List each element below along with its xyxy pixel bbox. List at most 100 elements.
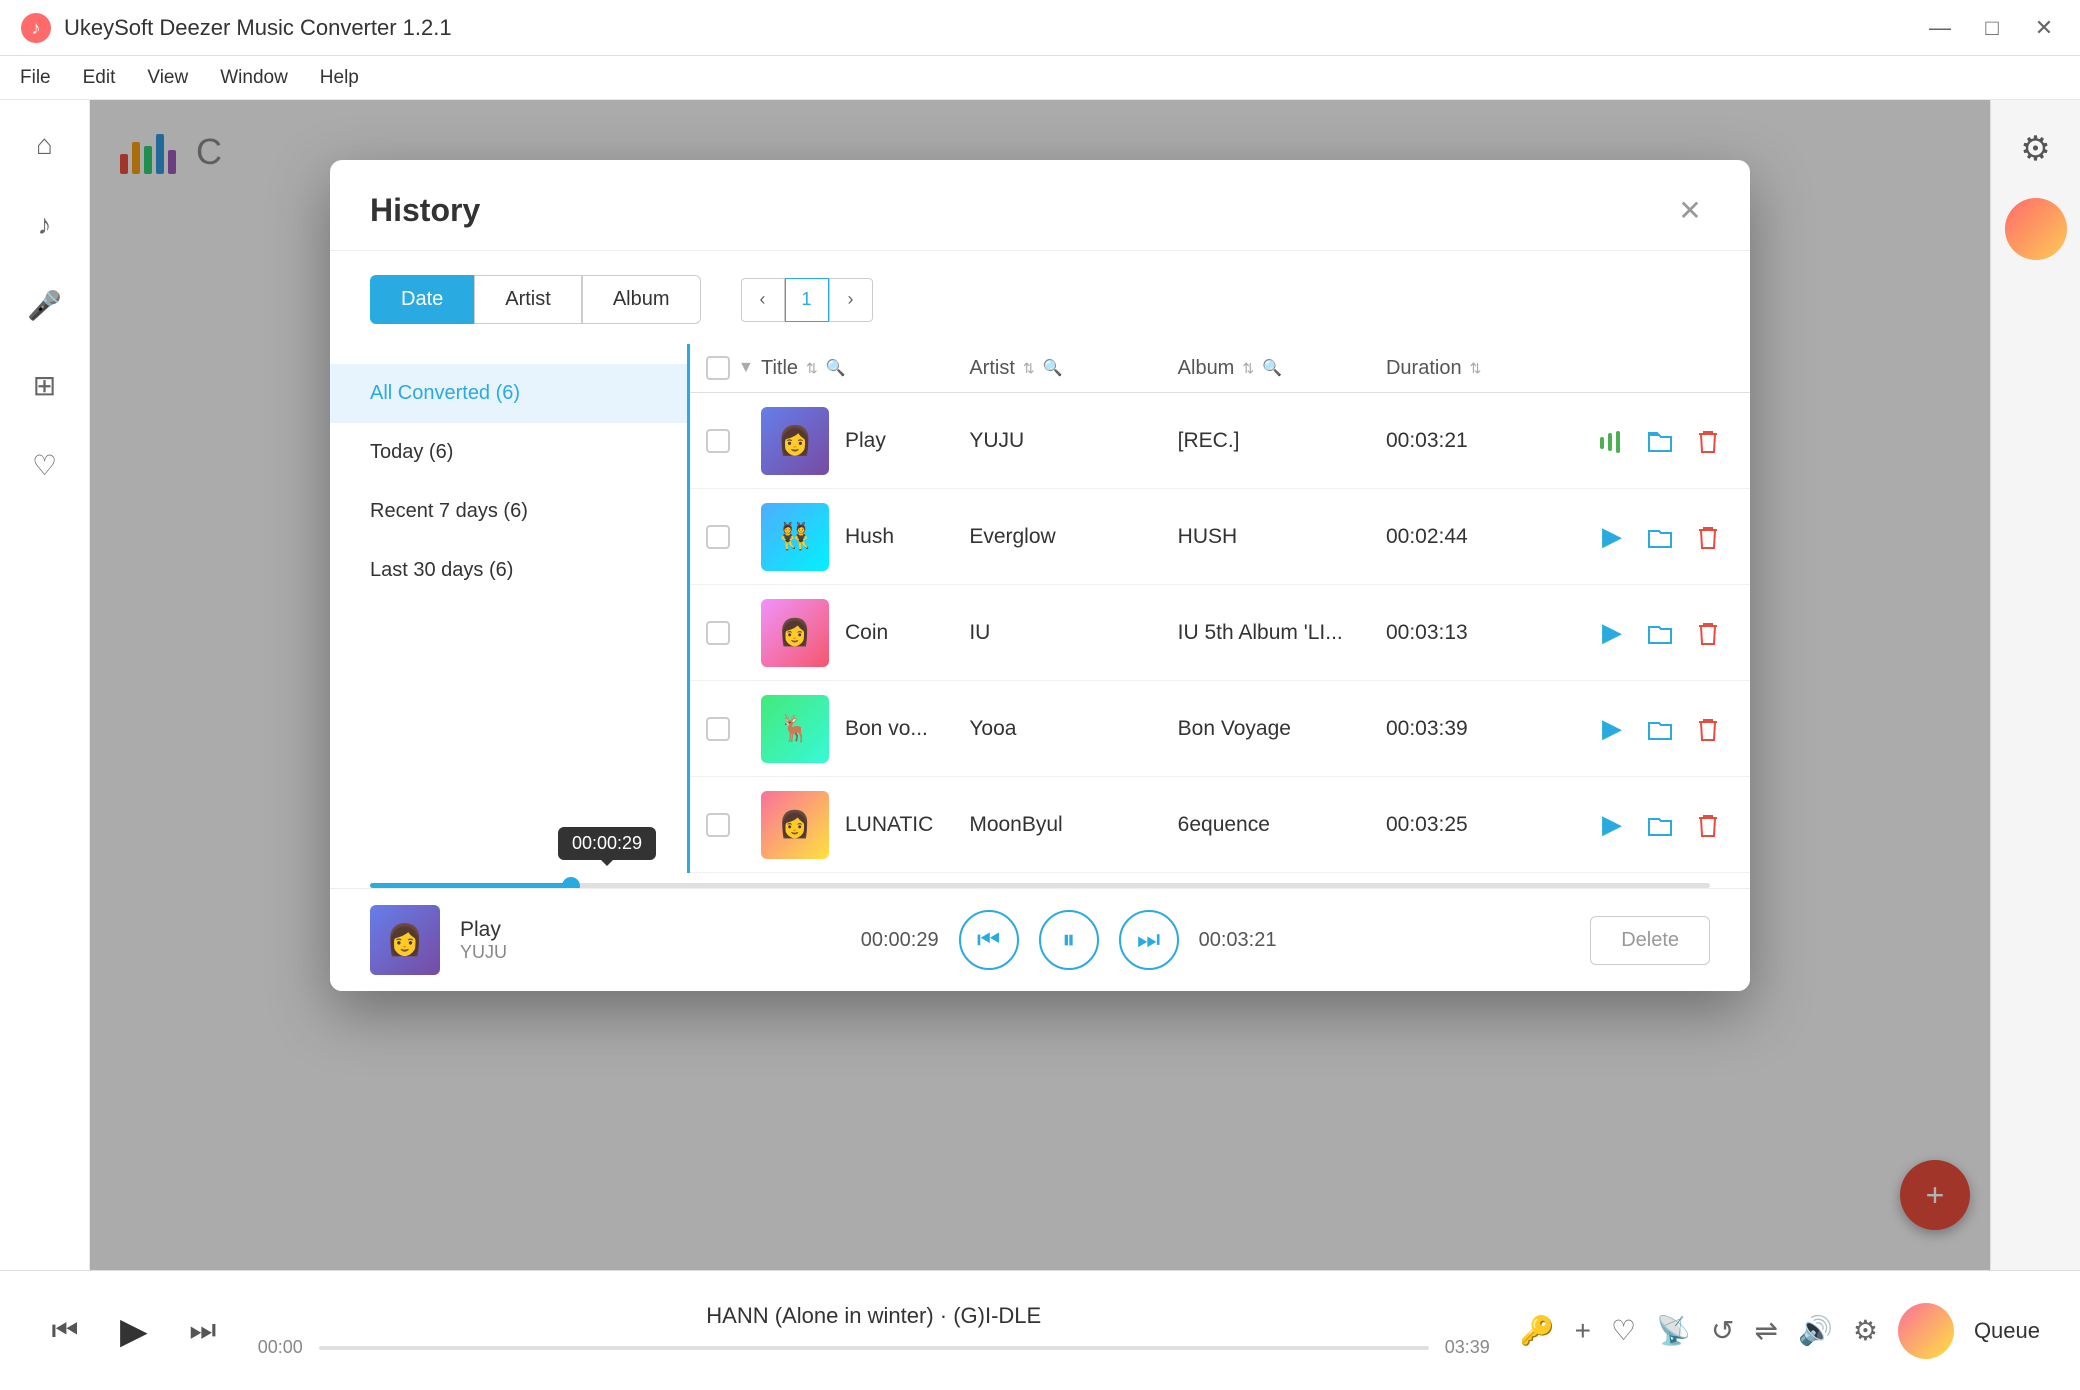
row-checkbox-2[interactable] [706, 525, 730, 549]
play-button-5[interactable]: ▶ [1594, 807, 1630, 843]
row-checkbox-4[interactable] [706, 717, 730, 741]
delete-button-5[interactable] [1690, 807, 1726, 843]
sidebar-grid-icon[interactable]: ⊞ [20, 360, 70, 410]
page-current[interactable]: 1 [785, 278, 829, 322]
album-sort-icon[interactable]: ⇅ [1242, 360, 1254, 377]
sidebar-heart-icon[interactable]: ♡ [20, 440, 70, 490]
row-artist-2: Everglow [969, 525, 1177, 549]
sidebar-mic-icon[interactable]: 🎤 [20, 280, 70, 330]
close-button[interactable]: ✕ [2028, 12, 2060, 44]
date-filter-today[interactable]: Today (6) [330, 423, 687, 482]
date-filter-all[interactable]: All Converted (6) [330, 364, 687, 423]
tooltip-arrow [601, 860, 613, 872]
play-button-2[interactable]: ▶ [1594, 519, 1630, 555]
th-artist: Artist ⇅ 🔍 [969, 357, 1177, 380]
volume-icon[interactable]: 🔊 [1798, 1314, 1833, 1347]
song-name-4: Bon vo... [845, 717, 928, 741]
delete-button-1[interactable] [1690, 423, 1726, 459]
bottom-progress-bar[interactable] [319, 1346, 1429, 1350]
sidebar-music-icon[interactable]: ♪ [20, 200, 70, 250]
key-icon[interactable]: 🔑 [1520, 1314, 1555, 1347]
delete-button-4[interactable] [1690, 711, 1726, 747]
song-thumb-1: 👩 [761, 407, 829, 475]
row-actions-2: ▶ [1566, 519, 1726, 555]
main-content: ⌂ ♪ 🎤 ⊞ ♡ C [0, 100, 2080, 1270]
row-album-1: [REC.] [1178, 429, 1386, 453]
player-prev-button[interactable]: ⏮ [959, 910, 1019, 970]
player-pause-button[interactable]: ⏸ [1039, 910, 1099, 970]
tab-artist[interactable]: Artist [474, 275, 582, 324]
menu-view[interactable]: View [147, 67, 188, 89]
queue-label[interactable]: Queue [1974, 1318, 2040, 1344]
row-title-5: 👩 LUNATIC [761, 791, 969, 859]
player-next-button[interactable]: ⏭ [1119, 910, 1179, 970]
open-folder-button-1[interactable] [1642, 423, 1678, 459]
play-button-4[interactable]: ▶ [1594, 711, 1630, 747]
song-name-1: Play [845, 429, 886, 453]
album-search-icon[interactable]: 🔍 [1262, 358, 1282, 378]
tab-album[interactable]: Album [582, 275, 701, 324]
bottom-heart-icon[interactable]: ♡ [1611, 1314, 1636, 1347]
bottom-song-info: HANN (Alone in winter) · (G)I-DLE 00:00 … [258, 1303, 1490, 1358]
menu-edit[interactable]: Edit [83, 67, 116, 89]
play-button-3[interactable]: ▶ [1594, 615, 1630, 651]
bottom-song-title: HANN (Alone in winter) · (G)I-DLE [258, 1303, 1490, 1329]
bottom-plus-icon[interactable]: + [1575, 1315, 1591, 1347]
thumb-icon-5: 👩 [761, 791, 829, 859]
player-thumb-icon: 👩 [386, 923, 423, 958]
settings-icon[interactable]: ⚙ [2007, 120, 2065, 178]
eq-icon[interactable]: ⚙ [1853, 1314, 1878, 1347]
date-filter-last30[interactable]: Last 30 days (6) [330, 541, 687, 600]
shuffle-icon[interactable]: ⇌ [1754, 1314, 1777, 1347]
app-content: C History ✕ Date Artist [90, 100, 1990, 1270]
modal-close-button[interactable]: ✕ [1670, 190, 1710, 230]
header-checkbox[interactable] [706, 356, 730, 380]
open-folder-button-2[interactable] [1642, 519, 1678, 555]
artist-sort-icon[interactable]: ⇅ [1023, 360, 1035, 377]
row-checkbox-5[interactable] [706, 813, 730, 837]
waveform-icon[interactable] [1594, 423, 1630, 459]
row-duration-2: 00:02:44 [1386, 525, 1566, 549]
bottom-next-button[interactable]: ⏭ [178, 1306, 228, 1356]
open-folder-button-4[interactable] [1642, 711, 1678, 747]
date-filter-recent7[interactable]: Recent 7 days (6) [330, 482, 687, 541]
open-folder-button-3[interactable] [1642, 615, 1678, 651]
page-next-button[interactable]: › [829, 278, 873, 322]
title-search-icon[interactable]: 🔍 [826, 358, 846, 378]
row-checkbox-1[interactable] [706, 429, 730, 453]
tab-date[interactable]: Date [370, 275, 474, 324]
bottom-prev-button[interactable]: ⏮ [40, 1306, 90, 1356]
song-name-5: LUNATIC [845, 813, 933, 837]
app-window: ♪ UkeySoft Deezer Music Converter 1.2.1 … [0, 0, 2080, 1390]
row-checkbox-3[interactable] [706, 621, 730, 645]
delete-button-3[interactable] [1690, 615, 1726, 651]
menu-window[interactable]: Window [220, 67, 288, 89]
row-artist-1: YUJU [969, 429, 1177, 453]
th-title: Title ⇅ 🔍 [761, 357, 969, 380]
duration-sort-icon[interactable]: ⇅ [1470, 360, 1482, 377]
window-controls: — □ ✕ [1924, 12, 2060, 44]
page-prev-button[interactable]: ‹ [741, 278, 785, 322]
delete-button-2[interactable] [1690, 519, 1726, 555]
header-expand-icon: ▼ [738, 359, 754, 377]
row-actions-4: ▶ [1566, 711, 1726, 747]
menu-help[interactable]: Help [320, 67, 359, 89]
cast-icon[interactable]: 📡 [1656, 1314, 1691, 1347]
artist-search-icon[interactable]: 🔍 [1043, 358, 1063, 378]
repeat-icon[interactable]: ↺ [1711, 1314, 1734, 1347]
title-sort-icon[interactable]: ⇅ [806, 360, 818, 377]
row-album-4: Bon Voyage [1178, 717, 1386, 741]
table-body: 👩 Play YUJU [REC.] 00:03:21 [690, 393, 1750, 873]
row-artist-3: IU [969, 621, 1177, 645]
bottom-play-button[interactable]: ▶ [120, 1310, 148, 1352]
menu-file[interactable]: File [20, 67, 51, 89]
queue-avatar[interactable] [1898, 1303, 1954, 1359]
app-icon: ♪ [20, 12, 52, 44]
player-info: Play YUJU [460, 918, 507, 963]
sidebar-home-icon[interactable]: ⌂ [20, 120, 70, 170]
player-delete-button[interactable]: Delete [1590, 916, 1710, 965]
open-folder-button-5[interactable] [1642, 807, 1678, 843]
user-avatar[interactable] [2005, 198, 2067, 260]
maximize-button[interactable]: □ [1976, 12, 2008, 44]
minimize-button[interactable]: — [1924, 12, 1956, 44]
